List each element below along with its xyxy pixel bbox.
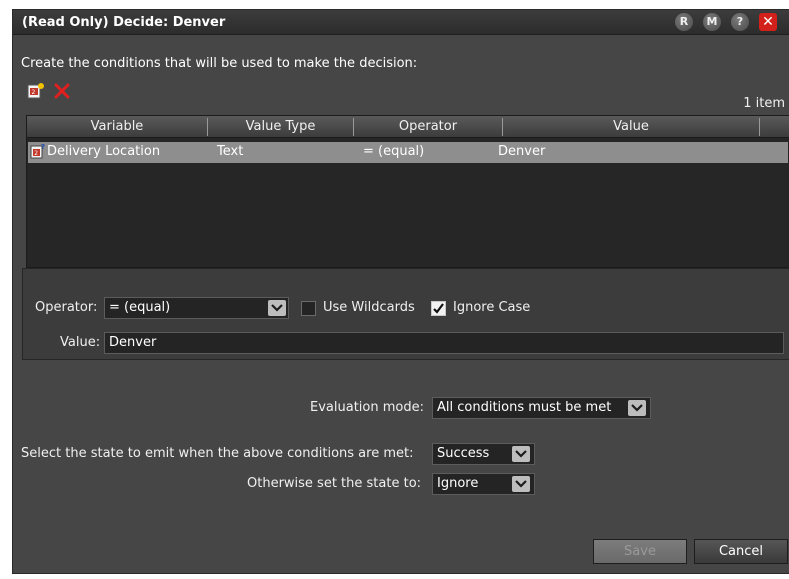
operator-label: Operator:: [35, 300, 98, 315]
column-operator[interactable]: Operator: [354, 119, 502, 134]
delete-condition-icon[interactable]: [53, 82, 71, 104]
save-button[interactable]: Save: [593, 539, 687, 564]
chevron-down-icon[interactable]: [512, 476, 530, 492]
emit-state-dropdown[interactable]: Success: [432, 443, 535, 465]
window-title: (Read Only) Decide: Denver: [22, 15, 226, 30]
emit-state-value: Success: [437, 446, 490, 461]
value-field[interactable]: Denver: [104, 332, 784, 354]
ignore-case-checkbox[interactable]: [431, 301, 446, 316]
column-variable[interactable]: Variable: [27, 119, 207, 134]
column-value[interactable]: Value: [503, 119, 759, 134]
evaluation-mode-label: Evaluation mode:: [310, 400, 424, 415]
column-divider[interactable]: [759, 118, 760, 136]
chevron-down-icon[interactable]: [268, 300, 286, 316]
operator-dropdown[interactable]: = (equal): [104, 297, 289, 319]
r-button[interactable]: R: [675, 13, 693, 31]
ignore-case-label: Ignore Case: [453, 300, 531, 315]
condition-editor-panel: Operator: = (equal) Use Wildcards Ignore…: [22, 268, 789, 360]
operator-dropdown-value: = (equal): [109, 300, 171, 315]
cell-value: Denver: [498, 144, 546, 159]
otherwise-state-dropdown[interactable]: Ignore: [432, 473, 535, 495]
emit-state-label: Select the state to emit when the above …: [21, 446, 414, 461]
checkmark-icon: [433, 303, 444, 314]
conditions-prompt: Create the conditions that will be used …: [21, 56, 418, 71]
otherwise-state-value: Ignore: [437, 476, 479, 491]
cell-value-type: Text: [217, 144, 244, 159]
title-bar: (Read Only) Decide: Denver R M ? ✕: [13, 10, 789, 35]
cancel-button[interactable]: Cancel: [694, 539, 788, 564]
close-button[interactable]: ✕: [759, 13, 777, 31]
chevron-down-icon[interactable]: [512, 446, 530, 462]
table-row[interactable]: 2 ? Delivery Location Text = (equal) Den…: [28, 142, 788, 163]
item-count: 1 item: [743, 96, 785, 111]
column-value-type[interactable]: Value Type: [208, 119, 353, 134]
svg-text:2: 2: [32, 89, 36, 96]
decide-dialog: (Read Only) Decide: Denver R M ? ✕ Creat…: [12, 9, 789, 574]
table-header: Variable Value Type Operator Value: [27, 116, 789, 138]
m-button[interactable]: M: [703, 13, 721, 31]
evaluation-mode-value: All conditions must be met: [437, 400, 612, 415]
evaluation-mode-dropdown[interactable]: All conditions must be met: [432, 397, 651, 419]
use-wildcards-checkbox[interactable]: [301, 301, 316, 316]
add-condition-icon[interactable]: 2: [27, 82, 45, 104]
value-label: Value:: [60, 335, 101, 350]
otherwise-state-label: Otherwise set the state to:: [247, 476, 422, 491]
chevron-down-icon[interactable]: [628, 400, 646, 416]
svg-text:?: ?: [41, 143, 45, 151]
use-wildcards-label: Use Wildcards: [323, 300, 415, 315]
value-field-text: Denver: [109, 335, 157, 350]
svg-text:2: 2: [34, 150, 38, 157]
help-button[interactable]: ?: [731, 13, 749, 31]
cell-variable: Delivery Location: [47, 144, 161, 159]
conditions-table: Variable Value Type Operator Value 2 ? D…: [26, 115, 789, 268]
cell-operator: = (equal): [363, 144, 425, 159]
variable-type-icon: 2 ?: [30, 143, 46, 163]
